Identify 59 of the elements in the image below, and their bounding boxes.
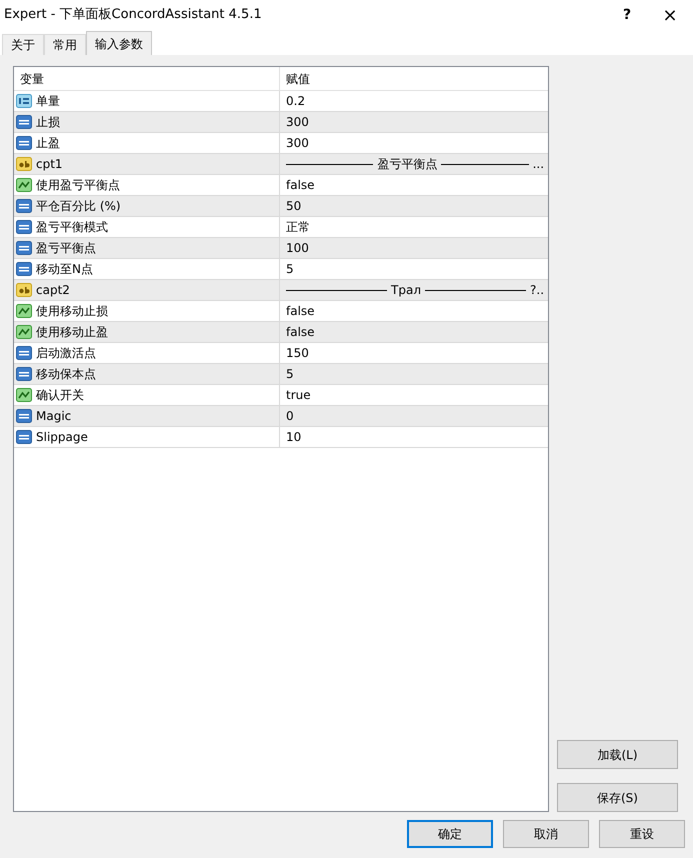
parameter-name: 使用盈亏平衡点 bbox=[36, 177, 120, 194]
parameter-value[interactable]: false bbox=[286, 323, 315, 341]
parameter-value[interactable]: false bbox=[286, 176, 315, 194]
tab[interactable]: 关于 bbox=[2, 34, 44, 55]
number-icon bbox=[16, 94, 32, 108]
parameter-name: 单量 bbox=[36, 93, 60, 110]
chart-icon bbox=[16, 325, 32, 339]
parameter-name: 止盈 bbox=[36, 135, 60, 152]
text-icon bbox=[16, 157, 32, 171]
parameter-value[interactable]: 300 bbox=[286, 134, 309, 152]
help-button[interactable]: ? bbox=[607, 4, 647, 26]
parameter-value[interactable]: 10 bbox=[286, 428, 302, 446]
tab[interactable]: 常用 bbox=[44, 34, 86, 55]
parameter-name: 平仓百分比 (%) bbox=[36, 198, 121, 215]
parameter-name: 移动至N点 bbox=[36, 261, 93, 278]
parameter-value[interactable]: false bbox=[286, 302, 315, 320]
parameter-value[interactable]: 300 bbox=[286, 113, 309, 131]
chart-icon bbox=[16, 388, 32, 402]
parameter-name: 启动激活点 bbox=[36, 345, 96, 362]
number-icon bbox=[16, 367, 32, 381]
parameter-value[interactable]: 0 bbox=[286, 407, 294, 425]
number-icon bbox=[16, 409, 32, 423]
parameter-name: 使用移动止损 bbox=[36, 303, 108, 320]
parameter-name: 盈亏平衡点 bbox=[36, 240, 96, 257]
parameter-name: cpt1 bbox=[36, 156, 63, 173]
number-icon bbox=[16, 115, 32, 129]
tab[interactable]: 输入参数 bbox=[86, 31, 152, 55]
parameter-value[interactable]: 0.2 bbox=[286, 92, 306, 110]
parameter-value[interactable]: true bbox=[286, 386, 311, 404]
column-header: 赋值 bbox=[285, 70, 311, 88]
window-title: Expert - 下单面板ConcordAssistant 4.5.1 bbox=[4, 6, 263, 24]
number-icon bbox=[16, 199, 32, 213]
side-button[interactable]: 加载(L) bbox=[557, 740, 678, 769]
dialog-button[interactable]: 确定 bbox=[407, 820, 493, 848]
parameter-name: 止损 bbox=[36, 114, 60, 131]
number-icon bbox=[16, 241, 32, 255]
parameter-name: 盈亏平衡模式 bbox=[36, 219, 108, 236]
parameter-value[interactable]: 5 bbox=[286, 365, 294, 383]
parameter-name: capt2 bbox=[36, 282, 70, 299]
parameter-value[interactable]: 正常 bbox=[286, 218, 310, 236]
separator-value: 盈亏平衡点 ... bbox=[286, 155, 544, 173]
side-button[interactable]: 保存(S) bbox=[557, 783, 678, 812]
chart-icon bbox=[16, 304, 32, 318]
parameter-name: Slippage bbox=[36, 429, 88, 446]
parameter-name: 确认开关 bbox=[36, 387, 84, 404]
dialog-button[interactable]: 重设 bbox=[599, 820, 685, 848]
parameter-name: 使用移动止盈 bbox=[36, 324, 108, 341]
dialog-button[interactable]: 取消 bbox=[503, 820, 589, 848]
parameter-name: 移动保本点 bbox=[36, 366, 96, 383]
parameter-value[interactable]: 5 bbox=[286, 260, 294, 278]
parameter-name: Magic bbox=[36, 408, 72, 425]
parameter-value[interactable]: 100 bbox=[286, 239, 309, 257]
parameter-value[interactable]: 50 bbox=[286, 197, 302, 215]
close-button[interactable]: × bbox=[647, 2, 693, 28]
separator-value: Трал ?.. bbox=[286, 281, 544, 299]
parameter-value[interactable]: 150 bbox=[286, 344, 309, 362]
text-icon bbox=[16, 283, 32, 297]
chart-icon bbox=[16, 178, 32, 192]
column-header: 变量 bbox=[14, 67, 280, 90]
